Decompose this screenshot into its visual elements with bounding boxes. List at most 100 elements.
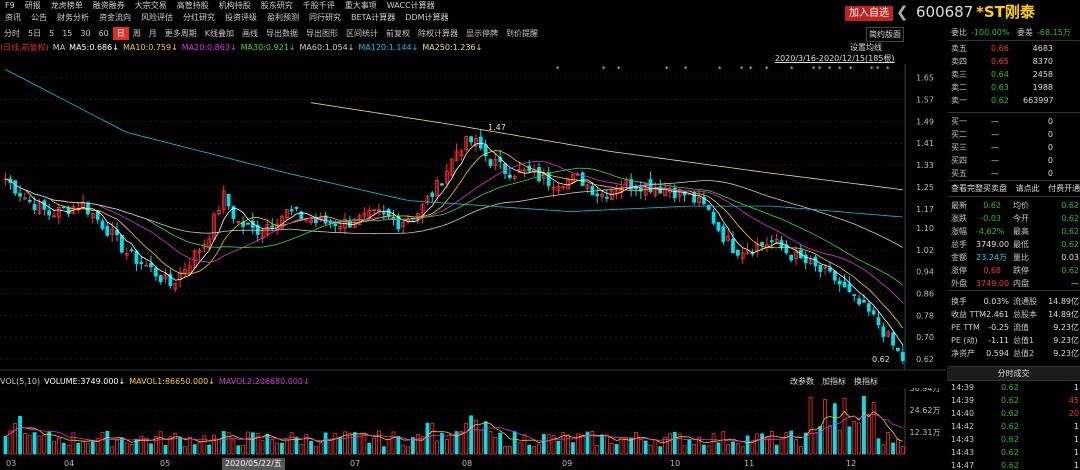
event-marker-icon[interactable]: * xyxy=(765,65,769,73)
menu-item[interactable]: 研报 xyxy=(20,0,46,12)
stat-label: 总值2 xyxy=(1013,349,1035,358)
vol-tab[interactable]: 换指标 xyxy=(854,377,878,386)
menu-item[interactable]: 重大事项 xyxy=(340,0,382,12)
event-marker-icon[interactable]: * xyxy=(870,65,874,73)
volume-bar xyxy=(507,445,512,455)
full-orderbook-button[interactable]: 查看完整买卖盘 xyxy=(951,184,1007,193)
menu-item[interactable]: 股东研究 xyxy=(256,0,298,12)
volume-bar xyxy=(750,442,755,455)
vol-tab[interactable]: 改参数 xyxy=(790,377,814,386)
paid-open-button[interactable]: 付费开通 xyxy=(1048,184,1080,193)
range-label[interactable]: 2020/3/16-2020/12/15(185根) xyxy=(775,54,895,64)
ma-settings-button[interactable]: 设置均线 xyxy=(850,42,882,53)
menu-item[interactable]: DDM计算器 xyxy=(400,12,453,24)
trade-volume: 1 xyxy=(1073,435,1079,444)
toolbar-item[interactable]: 15 xyxy=(58,27,76,40)
add-watchlist-button[interactable]: 加入自选 xyxy=(845,6,893,21)
toolbar-item[interactable]: 更多周期 xyxy=(161,27,201,40)
toolbar-item[interactable]: 日 xyxy=(112,27,129,40)
volume-bar xyxy=(241,444,246,455)
event-marker-icon[interactable]: * xyxy=(818,65,822,73)
ma-legend-item: MA250:1.236↓ xyxy=(422,43,483,52)
stat-value: 0.62 xyxy=(1061,201,1079,210)
volume-tabs: 改参数 加指标 换指标 xyxy=(790,376,886,387)
menu-item[interactable]: BETA计算器 xyxy=(346,12,400,24)
toolbar-item[interactable]: 画线 xyxy=(238,27,262,40)
candle-body xyxy=(634,186,638,190)
menu-item[interactable]: 同行研究 xyxy=(304,12,346,24)
event-marker-icon[interactable]: * xyxy=(556,65,560,73)
menu-item[interactable]: 风险评估 xyxy=(136,12,178,24)
toolbar-item[interactable]: 显示停牌 xyxy=(462,27,502,40)
volume-bar xyxy=(144,438,149,455)
click-here-button[interactable]: 请点此 xyxy=(1016,184,1040,193)
chevron-left-icon[interactable]: ❮ xyxy=(896,4,909,20)
volume-bar xyxy=(52,440,56,455)
event-marker-icon[interactable]: * xyxy=(838,65,842,73)
menu-item[interactable]: 龙虎榜单 xyxy=(46,0,88,12)
toolbar-item[interactable]: K线叠加 xyxy=(201,27,238,40)
menu-item[interactable]: 投资评级 xyxy=(220,12,262,24)
menu-item[interactable]: 大宗交易 xyxy=(130,0,172,12)
volume-bar xyxy=(799,446,803,455)
menu-item[interactable]: WACC计算器 xyxy=(382,0,440,12)
event-marker-icon[interactable]: * xyxy=(812,65,816,73)
toolbar-item[interactable]: 区间统计 xyxy=(342,27,382,40)
menu-item[interactable]: 公告 xyxy=(26,12,52,24)
event-marker-icon[interactable]: * xyxy=(617,65,621,73)
event-marker-icon[interactable]: * xyxy=(665,65,669,73)
event-marker-icon[interactable]: * xyxy=(602,65,606,73)
menu-item[interactable]: 高管持股 xyxy=(172,0,214,12)
volume-bar xyxy=(158,431,163,455)
menu-item[interactable]: 资金流向 xyxy=(94,12,136,24)
chart-toolbar: 分时 5日 5 15 30 60 日周月更多周期 K线叠加 画线 导出数据 导出图形 区间统计 前复权除… xyxy=(0,27,905,40)
vol-tick-label: 24.62万 xyxy=(910,406,941,415)
toolbar-item[interactable]: 分时 xyxy=(0,27,24,40)
menu-item[interactable]: 分红研究 xyxy=(178,12,220,24)
event-marker-icon[interactable]: * xyxy=(740,65,744,73)
toolbar-item[interactable]: 前复权 xyxy=(382,27,414,40)
stat-value: 9.23亿 xyxy=(1053,336,1079,345)
toolbar-item[interactable]: 30 xyxy=(76,27,94,40)
menu-item[interactable]: F9 xyxy=(0,0,20,12)
level-volume: 663997 xyxy=(1023,96,1054,105)
candlestick-chart[interactable]: 1.65 1.57 1.49 1.41 1.33 1.25 1.17 1.10 1.02 0.94… xyxy=(0,64,946,374)
menu-item[interactable]: 融资融券 xyxy=(88,0,130,12)
event-marker-icon[interactable]: * xyxy=(828,65,832,73)
volume-bar xyxy=(105,430,110,455)
menu-item[interactable]: 资讯 xyxy=(0,12,26,24)
volume-bar xyxy=(648,445,653,455)
event-marker-icon[interactable]: * xyxy=(749,65,753,73)
volume-bar xyxy=(124,442,129,455)
toolbar-item[interactable]: 导出数据 xyxy=(262,27,302,40)
volume-bar xyxy=(435,440,440,455)
event-marker-icon[interactable]: * xyxy=(876,65,880,73)
volume-bar xyxy=(692,443,697,455)
simple-layout-button[interactable]: 简约版面 xyxy=(866,27,904,42)
menu-item[interactable]: 财务分析 xyxy=(52,12,94,24)
menu-item[interactable]: 机构持股 xyxy=(214,0,256,12)
toolbar-item[interactable]: 导出图形 xyxy=(302,27,342,40)
event-marker-icon[interactable]: * xyxy=(718,65,722,73)
toolbar-item[interactable]: 到价提醒 xyxy=(502,27,542,40)
menu-item[interactable]: 盈利预测 xyxy=(262,12,304,24)
toolbar-item[interactable]: 月 xyxy=(145,27,161,40)
volume-bar xyxy=(857,422,861,455)
level-volume: 2458 xyxy=(1032,70,1053,79)
event-marker-icon[interactable]: * xyxy=(684,65,688,73)
level-label: 买二 xyxy=(951,130,967,139)
toolbar-item[interactable]: 除权计算器 xyxy=(414,27,462,40)
volume-chart[interactable]: 36.94万 24.62万 12.31万 xyxy=(0,388,946,458)
volume-bar xyxy=(876,438,881,455)
event-marker-icon[interactable]: * xyxy=(849,65,853,73)
toolbar-item[interactable]: 周 xyxy=(129,27,145,40)
vol-tab[interactable]: 加指标 xyxy=(822,377,846,386)
event-marker-icon[interactable]: * xyxy=(886,65,890,73)
event-marker-icon[interactable]: * xyxy=(790,65,794,73)
toolbar-item[interactable]: 60 xyxy=(95,27,113,40)
volume-bar xyxy=(187,436,192,455)
toolbar-item[interactable]: 5 xyxy=(45,27,58,40)
volume-bar xyxy=(440,433,444,455)
toolbar-item[interactable]: 5日 xyxy=(24,27,45,40)
menu-item[interactable]: 千股千评 xyxy=(298,0,340,12)
